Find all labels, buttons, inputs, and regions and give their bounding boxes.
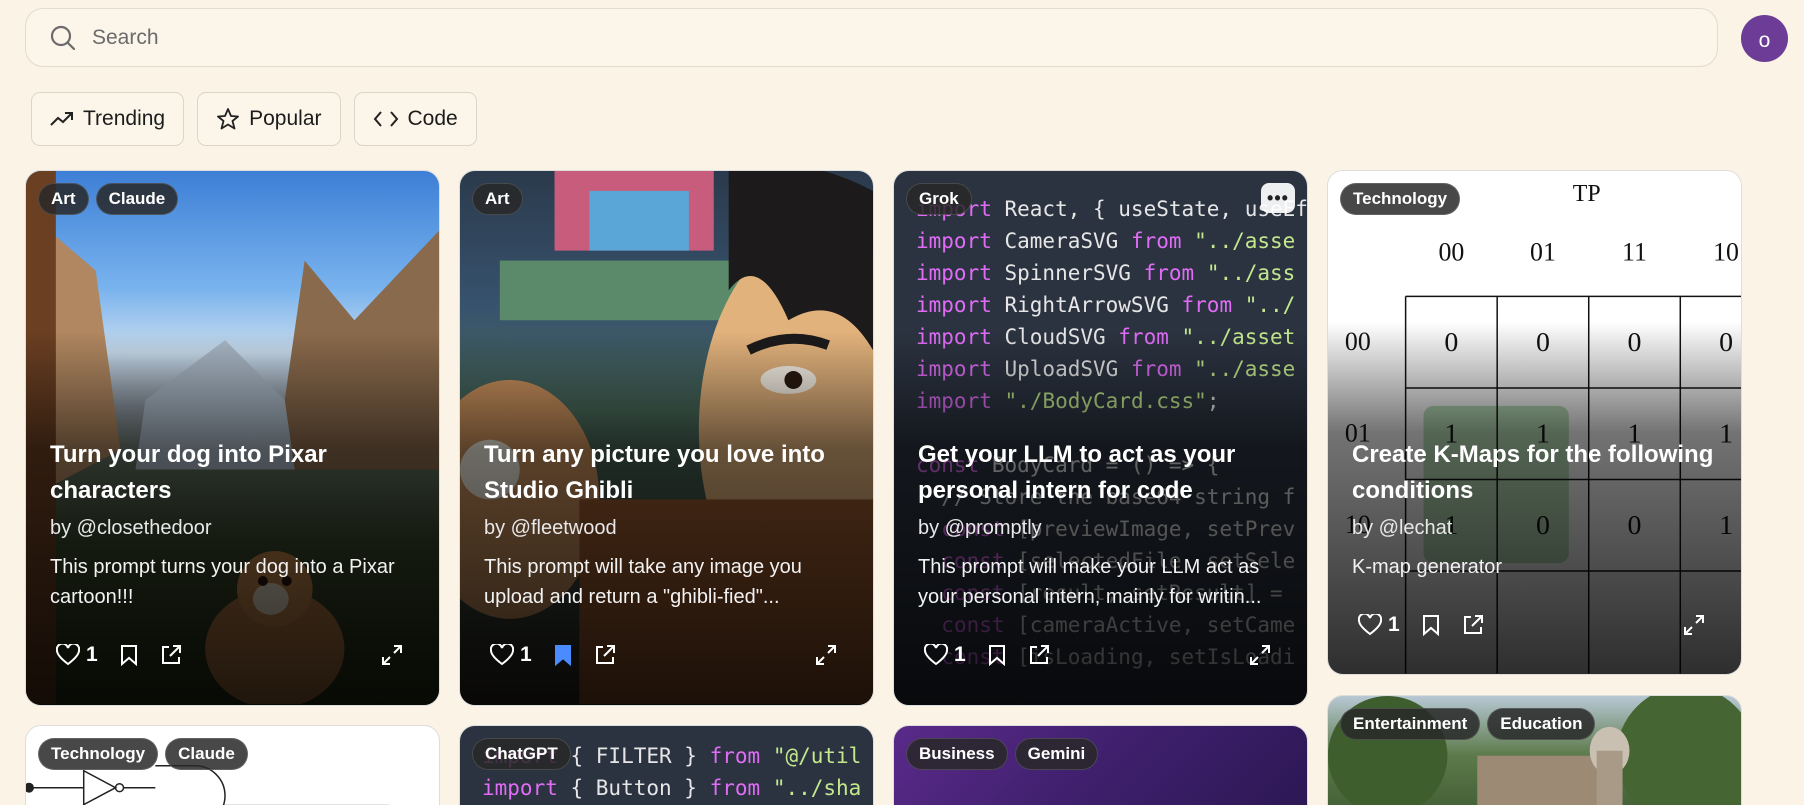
category-badge[interactable]: Entertainment [1340, 708, 1481, 740]
expand-button[interactable] [815, 644, 837, 666]
card-title[interactable]: Turn any picture you love into Studio Gh… [484, 437, 851, 509]
model-badge[interactable]: Claude [165, 738, 248, 770]
tab-label: Trending [83, 107, 166, 130]
category-badge[interactable]: Education [1487, 708, 1596, 740]
like-button[interactable]: 1 [1358, 613, 1400, 637]
card-title[interactable]: Turn your dog into Pixar characters [50, 437, 417, 509]
expand-button[interactable] [1249, 644, 1271, 666]
card-actions: 1 [924, 643, 1285, 667]
card-author[interactable]: by @fleetwood [484, 517, 851, 540]
card-actions: 1 [1358, 613, 1719, 637]
like-button[interactable]: 1 [490, 643, 532, 667]
category-badge[interactable]: Business [906, 738, 1008, 770]
card-badges: Technology Claude [38, 738, 248, 770]
star-icon [217, 108, 240, 130]
search-input[interactable] [92, 25, 1592, 50]
bookmark-button[interactable] [120, 644, 138, 666]
prompt-card[interactable]: Technology Claude [25, 725, 440, 805]
card-title[interactable]: Create K-Maps for the following conditio… [1352, 437, 1719, 509]
like-count: 1 [86, 643, 98, 666]
filter-tabs: Trending Popular Code [31, 92, 477, 146]
card-description: K-map generator [1352, 556, 1503, 578]
tab-label: Popular [249, 107, 322, 130]
more-options-icon[interactable]: ••• [1261, 183, 1295, 213]
category-badge[interactable]: Technology [38, 738, 159, 770]
bookmark-filled-icon [554, 645, 571, 666]
tab-trending[interactable]: Trending [31, 92, 185, 146]
like-count: 1 [954, 643, 966, 666]
prompt-card[interactable]: TP00011110000110000011111001 Technology … [1327, 170, 1742, 675]
card-badges: Entertainment Education [1340, 708, 1596, 740]
bookmark-button[interactable] [1422, 614, 1440, 636]
search-bar[interactable] [25, 8, 1718, 67]
category-badge[interactable]: Technology [1340, 183, 1461, 215]
tab-code[interactable]: Code [353, 92, 477, 146]
prompt-card[interactable]: Entertainment Education [1327, 695, 1742, 805]
model-badge[interactable]: Gemini [1014, 738, 1099, 770]
prompt-card[interactable]: Art Claude Turn your dog into Pixar char… [25, 170, 440, 706]
card-description: This prompt will make your LLM act as yo… [918, 556, 1262, 608]
card-description: This prompt will take any image you uplo… [484, 556, 802, 608]
category-badge[interactable]: Art [38, 183, 89, 215]
prompt-card[interactable]: import React, { useState, useEfimport Ca… [893, 170, 1308, 706]
expand-button[interactable] [381, 644, 403, 666]
card-actions: 1 [56, 643, 417, 667]
card-author[interactable]: by @promptly [918, 517, 1285, 540]
expand-icon [1250, 645, 1270, 665]
card-badges: Technology [1340, 183, 1461, 215]
card-description: This prompt turns your dog into a Pixar … [50, 556, 395, 608]
tab-popular[interactable]: Popular [197, 92, 341, 146]
like-count: 1 [1388, 613, 1400, 636]
card-badges: ChatGPT [472, 738, 571, 770]
category-badge[interactable]: Art [472, 183, 523, 215]
external-link-icon [1029, 645, 1049, 664]
model-badge[interactable]: Grok [906, 183, 972, 215]
external-link-icon [161, 645, 181, 664]
card-badges: Business Gemini [906, 738, 1099, 770]
external-link-icon [595, 645, 615, 664]
model-badge[interactable]: ChatGPT [472, 738, 571, 770]
code-line: import { Button } from "../sha [482, 776, 862, 800]
prompt-card[interactable]: import { FILTER } from "@/utilimport { B… [459, 725, 874, 805]
bookmark-icon [120, 645, 137, 666]
like-button[interactable]: 1 [924, 643, 966, 667]
user-avatar[interactable]: o [1741, 15, 1788, 62]
bookmark-button[interactable] [988, 644, 1006, 666]
share-button[interactable] [594, 644, 616, 666]
code-icon [373, 111, 398, 127]
heart-icon [56, 644, 80, 666]
card-title[interactable]: Get your LLM to act as your personal int… [918, 437, 1285, 509]
prompt-gallery-page: o Trending Popular Code Art [0, 0, 1804, 805]
like-count: 1 [520, 643, 532, 666]
heart-icon [924, 644, 948, 666]
external-link-icon [1463, 615, 1483, 634]
like-button[interactable]: 1 [56, 643, 98, 667]
heart-icon [490, 644, 514, 666]
expand-button[interactable] [1683, 614, 1705, 636]
heart-icon [1358, 614, 1382, 636]
card-author[interactable]: by @lechat [1352, 517, 1719, 540]
card-badges: Grok [906, 183, 972, 215]
bookmark-button[interactable] [554, 644, 572, 666]
card-actions: 1 [490, 643, 851, 667]
bookmark-icon [1422, 615, 1439, 636]
share-button[interactable] [1462, 614, 1484, 636]
share-button[interactable] [160, 644, 182, 666]
prompt-card[interactable]: Art Turn any picture you love into Studi… [459, 170, 874, 706]
model-badge[interactable]: Claude [95, 183, 179, 215]
card-author[interactable]: by @closethedoor [50, 517, 417, 540]
tab-label: Code [407, 107, 458, 130]
search-icon [50, 25, 76, 50]
expand-icon [382, 645, 402, 665]
share-button[interactable] [1028, 644, 1050, 666]
card-badges: Art Claude [38, 183, 179, 215]
bookmark-icon [988, 645, 1005, 666]
expand-icon [1684, 615, 1704, 635]
expand-icon [816, 645, 836, 665]
prompt-card[interactable]: Business Gemini [893, 725, 1308, 805]
card-badges: Art [472, 183, 523, 215]
trending-icon [50, 112, 73, 126]
